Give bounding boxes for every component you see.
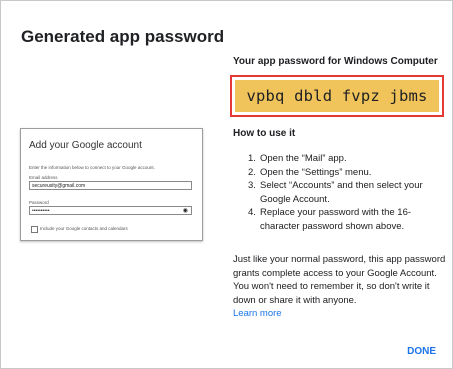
how-to-heading: How to use it — [233, 128, 296, 139]
step-text: Open the “Mail” app. — [260, 153, 347, 164]
instruction-step: 3. Select “Accounts” and then select you… — [248, 179, 444, 206]
step-number: 1. — [248, 153, 256, 164]
security-note-text: Just like your normal password, this app… — [233, 254, 446, 306]
step-number: 3. — [248, 180, 256, 191]
dialog-title: Generated app password — [21, 27, 225, 46]
instruction-step: 4. Replace your password with the 16-cha… — [248, 206, 444, 233]
mail-account-illustration: Add your Google account Enter the inform… — [20, 128, 203, 241]
mock-description: Enter the information below to connect t… — [29, 165, 155, 170]
mock-password-label: Password — [29, 200, 49, 205]
step-text: Select “Accounts” and then select your G… — [260, 180, 423, 205]
app-password: vpbq dbld fvpz jbms — [235, 80, 439, 112]
eye-icon: ◉ — [182, 208, 188, 214]
instructions-list: 1. Open the “Mail” app. 2. Open the “Set… — [248, 152, 444, 233]
mock-email-label: Email address — [29, 175, 58, 180]
mock-email-field: secureusity@gmail.com — [29, 181, 192, 190]
password-highlight: vpbq dbld fvpz jbms — [230, 75, 444, 117]
mock-title: Add your Google account — [29, 140, 142, 151]
app-password-dialog: Generated app password Add your Google a… — [0, 0, 453, 369]
password-heading: Your app password for Windows Computer — [233, 56, 438, 67]
step-number: 4. — [248, 207, 256, 218]
mock-email-value: secureusity@gmail.com — [32, 183, 86, 189]
step-number: 2. — [248, 166, 256, 178]
mock-checkbox-label: Include your Google contacts and calenda… — [40, 226, 128, 231]
step-text: Open the “Settings” menu. — [260, 166, 372, 178]
mock-checkbox — [31, 226, 38, 233]
instruction-step: 1. Open the “Mail” app. — [248, 152, 444, 166]
learn-more-link[interactable]: Learn more — [233, 308, 282, 319]
done-button[interactable]: DONE — [407, 346, 436, 357]
step-text: Replace your password with the 16-charac… — [260, 207, 412, 232]
mock-password-value: •••••••••• — [32, 208, 50, 214]
security-note: Just like your normal password, this app… — [233, 253, 447, 321]
instruction-step: 2. Open the “Settings” menu. — [248, 166, 444, 180]
mock-password-field: •••••••••• ◉ — [29, 206, 192, 215]
